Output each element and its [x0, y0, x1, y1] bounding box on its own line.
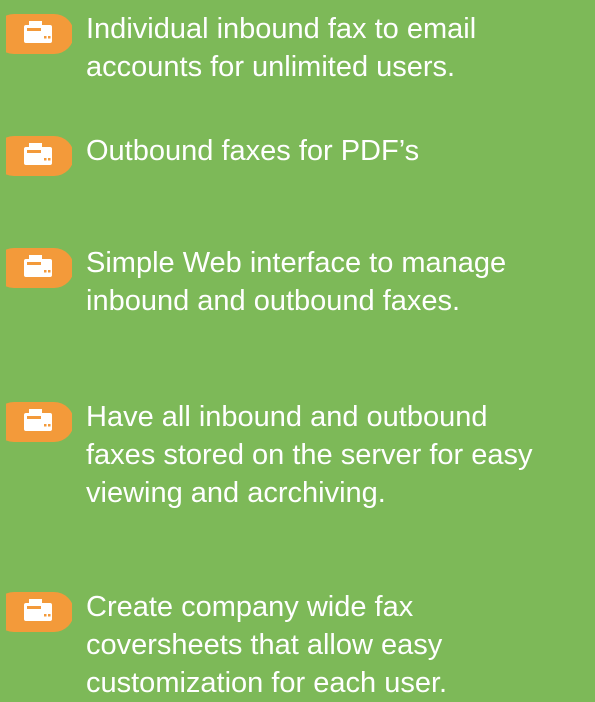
feature-list: Individual inbound fax to email accounts… — [0, 0, 595, 700]
fax-icon — [6, 588, 72, 636]
feature-text: Have all inbound and outbound faxes stor… — [86, 401, 533, 509]
fax-icon — [6, 244, 72, 292]
feature-text: Individual inbound fax to email accounts… — [86, 13, 477, 83]
fax-icon — [6, 10, 72, 58]
fax-icon — [6, 398, 72, 446]
feature-text: Create company wide fax coversheets that… — [86, 591, 448, 699]
fax-icon — [6, 132, 72, 180]
feature-text: Simple Web interface to manage inbound a… — [86, 247, 507, 317]
feature-text: Outbound faxes for PDF’s — [86, 135, 420, 167]
